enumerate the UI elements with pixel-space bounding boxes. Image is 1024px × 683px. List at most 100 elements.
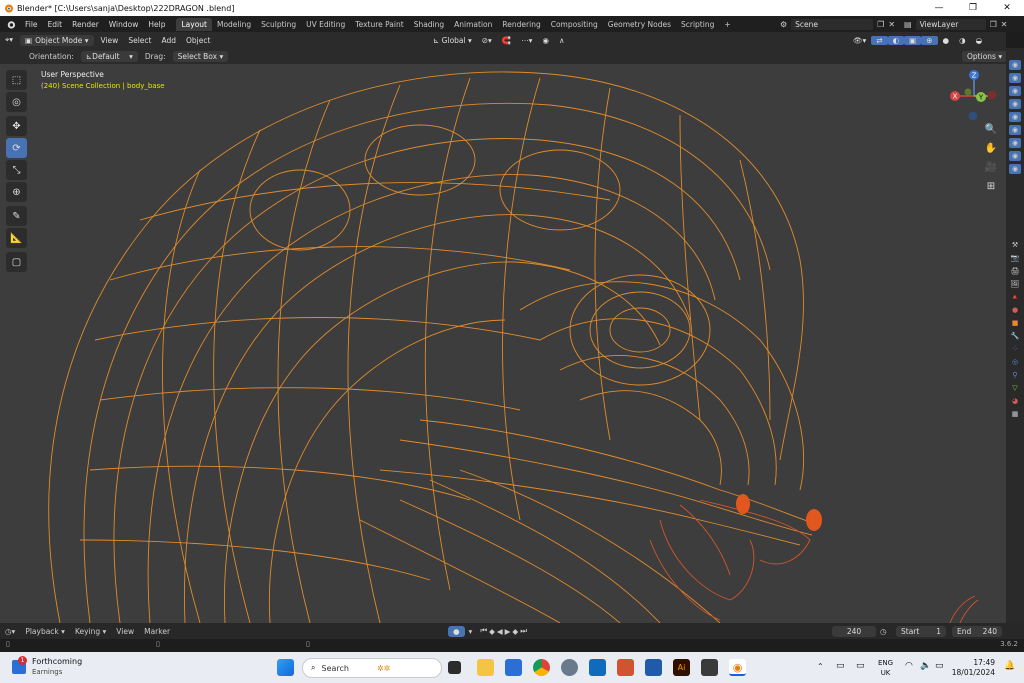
outliner-camera-icon[interactable]: ◉ xyxy=(1009,164,1021,174)
tray-chevron-icon[interactable]: ⌃ xyxy=(817,662,824,671)
mail-icon[interactable] xyxy=(645,659,662,676)
tab-layout[interactable]: Layout xyxy=(176,17,212,31)
outliner-camera-icon[interactable]: ◉ xyxy=(1009,73,1021,83)
physics-properties-icon[interactable]: ◎ xyxy=(1009,357,1021,367)
shading-solid-icon[interactable]: ● xyxy=(938,36,955,45)
scene-properties-icon[interactable]: 🔺 xyxy=(1009,292,1021,302)
tab-modeling[interactable]: Modeling xyxy=(212,18,256,31)
editor-type-icon[interactable]: ⌖▾ xyxy=(0,35,18,45)
annotate-tool-icon[interactable]: ✎ xyxy=(6,206,27,226)
office-icon[interactable] xyxy=(617,659,634,676)
outlook-icon[interactable] xyxy=(589,659,606,676)
delete-layer-icon[interactable]: ✕ xyxy=(1001,20,1008,29)
menu-render[interactable]: Render xyxy=(67,20,104,29)
object-properties-icon[interactable]: ■ xyxy=(1009,318,1021,328)
end-frame-field[interactable]: End 240 xyxy=(952,625,1002,637)
weather-widget[interactable]: 1 Forthcoming Earnings xyxy=(12,656,82,677)
menu-select[interactable]: Select xyxy=(123,36,156,45)
jump-start-icon[interactable]: ⏮ xyxy=(480,626,487,636)
play-icon[interactable]: ▶ xyxy=(505,627,511,636)
menu-help[interactable]: Help xyxy=(143,20,170,29)
outliner-camera-icon[interactable]: ◉ xyxy=(1009,86,1021,96)
tab-sculpting[interactable]: Sculpting xyxy=(256,18,301,31)
maximize-icon[interactable]: ❐ xyxy=(956,0,990,16)
visibility-icon[interactable]: 👁▾ xyxy=(848,36,871,45)
minimize-icon[interactable]: — xyxy=(922,0,956,16)
play-reverse-icon[interactable]: ◀ xyxy=(497,627,503,636)
outliner-camera-icon[interactable]: ◉ xyxy=(1009,60,1021,70)
drag-dropdown[interactable]: Select Box ▾ xyxy=(172,50,229,62)
task-view-icon[interactable] xyxy=(448,661,461,674)
outliner-camera-icon[interactable]: ◉ xyxy=(1009,138,1021,148)
view-layer-name[interactable]: ViewLayer xyxy=(915,18,986,30)
menu-file[interactable]: File xyxy=(20,20,43,29)
delete-scene-icon[interactable]: ✕ xyxy=(888,20,895,29)
shading-rendered-icon[interactable]: ◒ xyxy=(971,36,988,45)
add-cube-tool-icon[interactable]: ▢ xyxy=(6,252,27,272)
battery-icon[interactable]: ▭ xyxy=(935,661,944,671)
world-properties-icon[interactable]: ● xyxy=(1009,305,1021,315)
menu-add[interactable]: Add xyxy=(156,36,181,45)
outliner-camera-icon[interactable]: ◉ xyxy=(1009,151,1021,161)
proportional-edit-icon[interactable]: ◉ xyxy=(537,36,554,45)
add-workspace-icon[interactable]: + xyxy=(719,18,735,31)
menu-window[interactable]: Window xyxy=(104,20,144,29)
tool-properties-icon[interactable]: ⚒ xyxy=(1009,240,1021,250)
snap-icon[interactable]: 🧲 xyxy=(497,36,516,45)
notifications-icon[interactable]: 🔔 xyxy=(1004,661,1015,671)
scale-tool-icon[interactable]: ⤡ xyxy=(6,160,27,180)
outliner-camera-icon[interactable]: ◉ xyxy=(1009,99,1021,109)
shading-material-icon[interactable]: ◑ xyxy=(954,36,971,45)
settings-icon[interactable] xyxy=(561,659,578,676)
gizmo-toggle-icon[interactable]: ⇄ xyxy=(871,35,888,45)
options-dropdown[interactable]: Options ▾ xyxy=(962,50,1008,62)
modifier-properties-icon[interactable]: 🔧 xyxy=(1009,331,1021,341)
falloff-icon[interactable]: ∧ xyxy=(554,36,570,45)
auto-keying-icon[interactable]: ● xyxy=(448,625,465,637)
data-properties-icon[interactable]: ▽ xyxy=(1009,383,1021,393)
output-properties-icon[interactable]: 🖨 xyxy=(1009,266,1021,276)
menu-view[interactable]: View xyxy=(96,36,124,45)
taskbar-search[interactable]: ⌕ Search ✲✲ xyxy=(302,658,442,678)
menu-edit[interactable]: Edit xyxy=(43,20,68,29)
tab-animation[interactable]: Animation xyxy=(449,18,497,31)
view-layer-properties-icon[interactable]: 🖼 xyxy=(1009,279,1021,289)
ortho-toggle-icon[interactable]: ⊞ xyxy=(983,181,999,197)
current-frame-field[interactable]: 240 xyxy=(832,625,876,637)
new-layer-icon[interactable]: ❐ xyxy=(990,20,997,29)
particles-properties-icon[interactable]: ⁘ xyxy=(1009,344,1021,354)
outliner-camera-icon[interactable]: ◉ xyxy=(1009,125,1021,135)
orientation-dropdown[interactable]: ⊾ Default ▾ xyxy=(80,50,138,62)
render-properties-icon[interactable]: 📷 xyxy=(1009,253,1021,263)
tray-display-icon[interactable]: ▭ xyxy=(856,661,865,671)
tab-rendering[interactable]: Rendering xyxy=(497,18,545,31)
stopwatch-icon[interactable]: ◷ xyxy=(880,627,887,636)
jump-key-next-icon[interactable]: ◆ xyxy=(512,627,518,636)
rotate-tool-icon[interactable]: ⟳ xyxy=(6,138,27,158)
sticky-notes-icon[interactable] xyxy=(701,659,718,676)
blender-taskbar-icon[interactable]: ◉ xyxy=(729,659,746,676)
navigation-gizmo[interactable]: Z Y X xyxy=(946,66,1006,126)
start-frame-field[interactable]: Start 1 xyxy=(896,625,946,637)
view-layer-selector[interactable]: ▤ ViewLayer ❐ ✕ xyxy=(904,16,1007,32)
scene-selector[interactable]: ⚙ Scene ❐ ✕ xyxy=(780,16,895,32)
new-scene-icon[interactable]: ❐ xyxy=(877,20,884,29)
3d-viewport[interactable] xyxy=(0,64,1006,623)
timeline-menu-view[interactable]: View xyxy=(111,627,139,636)
illustrator-icon[interactable]: Ai xyxy=(673,659,690,676)
tab-shading[interactable]: Shading xyxy=(409,18,449,31)
close-icon[interactable]: ✕ xyxy=(990,0,1024,16)
timeline-menu-playback[interactable]: Playback ▾ xyxy=(20,627,70,636)
menu-object[interactable]: Object xyxy=(181,36,215,45)
windows-start-icon[interactable] xyxy=(277,659,294,676)
tray-app-icon[interactable]: ▭ xyxy=(836,661,845,671)
timeline-editor-icon[interactable]: ◷▾ xyxy=(0,627,20,636)
language-indicator[interactable]: ENG UK xyxy=(878,658,893,678)
wifi-icon[interactable]: ◠ xyxy=(905,661,913,671)
texture-properties-icon[interactable]: ▦ xyxy=(1009,409,1021,419)
constraints-properties-icon[interactable]: ⚲ xyxy=(1009,370,1021,380)
timeline-menu-marker[interactable]: Marker xyxy=(139,627,175,636)
tab-scripting[interactable]: Scripting xyxy=(676,18,719,31)
tab-compositing[interactable]: Compositing xyxy=(546,18,603,31)
transform-tool-icon[interactable]: ⊕ xyxy=(6,182,27,202)
